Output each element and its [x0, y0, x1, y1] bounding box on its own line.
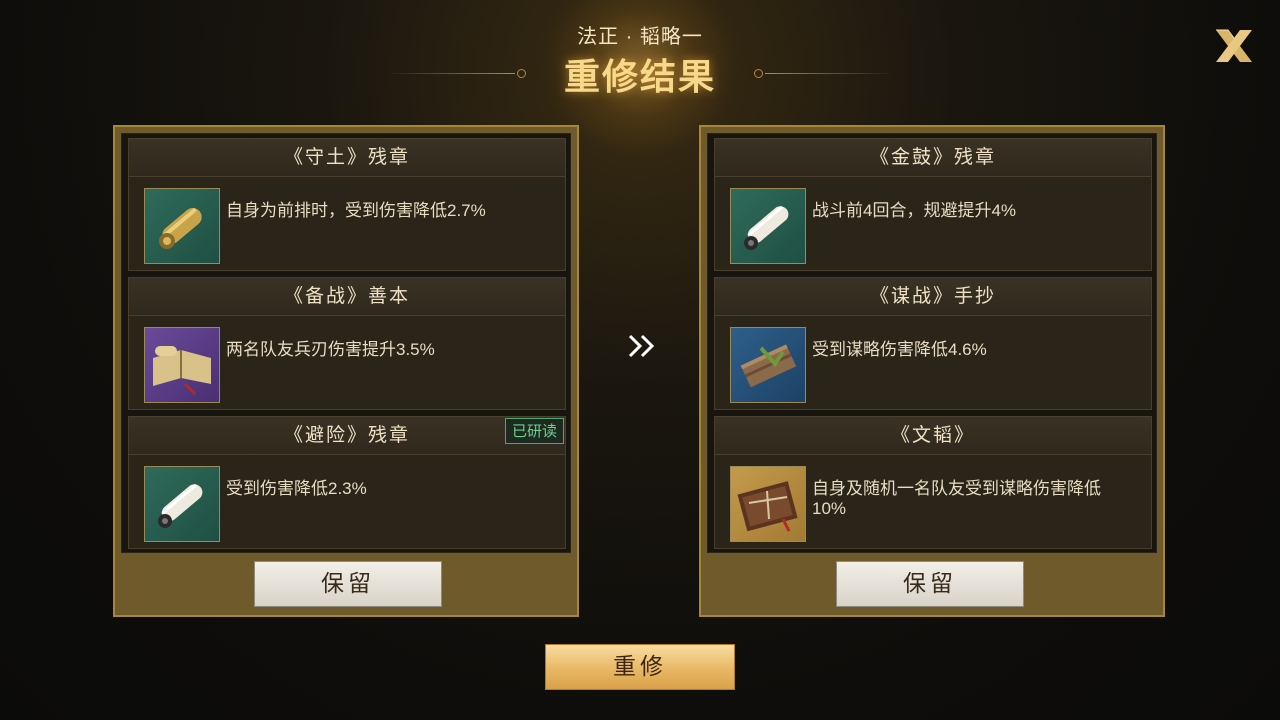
original-book-list: 《守土》残章 自身为前排时，受到伤害降低2.7% 《备战》善本 两名队友兵刃伤害… [121, 133, 571, 553]
result-book-list: 《金鼓》残章 战斗前4回合，规避提升4% 《谋战》手抄 受到谋略伤害降低4.6%… [707, 133, 1157, 553]
title-divider-dot-right [754, 69, 763, 78]
tied-book-icon [730, 466, 806, 542]
book-description: 受到伤害降低2.3% [226, 479, 367, 498]
close-button[interactable] [1212, 26, 1256, 66]
book-name: 《备战》善本 [129, 278, 565, 316]
subtitle: 法正 · 韬略一 [577, 26, 703, 48]
book-name: 《金鼓》残章 [715, 139, 1151, 177]
book-card: 《文韬》 自身及随机一名队友受到谋略伤害降低10% [714, 416, 1152, 549]
keep-result-button[interactable]: 保留 [836, 561, 1024, 607]
book-description: 两名队友兵刃伤害提升3.5% [226, 340, 435, 359]
open-book-icon [144, 327, 220, 403]
book-card: 《守土》残章 自身为前排时，受到伤害降低2.7% [128, 138, 566, 271]
book-card: 《备战》善本 两名队友兵刃伤害提升3.5% [128, 277, 566, 410]
book-name: 《避险》残章 [129, 417, 565, 455]
book-name: 《谋战》手抄 [715, 278, 1151, 316]
original-panel: 《守土》残章 自身为前排时，受到伤害降低2.7% 《备战》善本 两名队友兵刃伤害… [113, 125, 579, 617]
title-divider-right [765, 73, 895, 74]
book-card: 《避险》残章 已研读 受到伤害降低2.3% [128, 416, 566, 549]
book-description: 战斗前4回合，规避提升4% [812, 201, 1017, 220]
close-x-icon [1216, 29, 1252, 62]
book-description: 自身及随机一名队友受到谋略伤害降低10% [812, 479, 1101, 518]
bamboo-bundle-icon [730, 327, 806, 403]
keep-original-button[interactable]: 保留 [254, 561, 442, 607]
title-divider-dot-left [517, 69, 526, 78]
book-name: 《文韬》 [715, 417, 1151, 455]
white-scroll-icon [730, 188, 806, 264]
book-description: 受到谋略伤害降低4.6% [812, 340, 987, 359]
gold-scroll-icon [144, 188, 220, 264]
book-description: 自身为前排时，受到伤害降低2.7% [226, 201, 486, 220]
book-name: 《守土》残章 [129, 139, 565, 177]
result-panel: 《金鼓》残章 战斗前4回合，规避提升4% 《谋战》手抄 受到谋略伤害降低4.6%… [699, 125, 1165, 617]
rebuild-button[interactable]: 重修 [545, 644, 735, 690]
title-divider-left [385, 73, 515, 74]
double-chevron-right-icon [627, 333, 657, 359]
white-scroll-icon [144, 466, 220, 542]
book-card: 《谋战》手抄 受到谋略伤害降低4.6% [714, 277, 1152, 410]
book-card: 《金鼓》残章 战斗前4回合，规避提升4% [714, 138, 1152, 271]
page-title: 重修结果 [563, 56, 716, 98]
studied-badge: 已研读 [504, 418, 564, 444]
